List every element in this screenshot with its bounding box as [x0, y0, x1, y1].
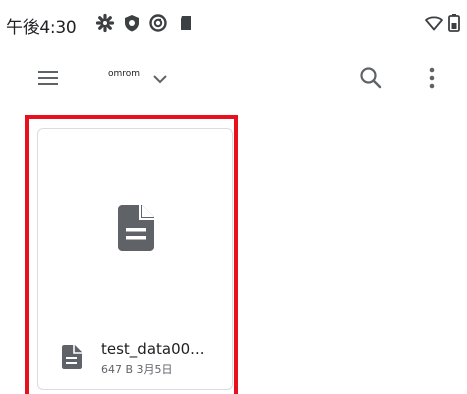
highlight-box: [25, 115, 238, 394]
more-vert-icon: [429, 67, 435, 89]
wifi-icon: [424, 13, 444, 33]
app-bar: omrom: [0, 46, 467, 110]
shield-icon: [122, 13, 142, 33]
hamburger-menu-icon: [38, 71, 58, 85]
more-options-button[interactable]: [418, 64, 446, 92]
root-title[interactable]: omrom: [108, 69, 140, 79]
status-time: 午後4:30: [6, 18, 77, 38]
chevron-down-icon: [153, 75, 167, 84]
settings-gear-icon: [95, 13, 115, 33]
menu-button[interactable]: [33, 63, 63, 93]
sd-card-icon: [176, 13, 196, 33]
status-bar: 午後4:30: [0, 0, 467, 46]
battery-icon: [447, 13, 461, 33]
search-icon: [360, 67, 382, 89]
screen: 午後4:30 omrom test_data00... 647 B 3月5日: [0, 0, 467, 394]
search-button[interactable]: [357, 64, 385, 92]
root-dropdown-button[interactable]: [149, 68, 171, 90]
sync-icon: [148, 13, 168, 33]
